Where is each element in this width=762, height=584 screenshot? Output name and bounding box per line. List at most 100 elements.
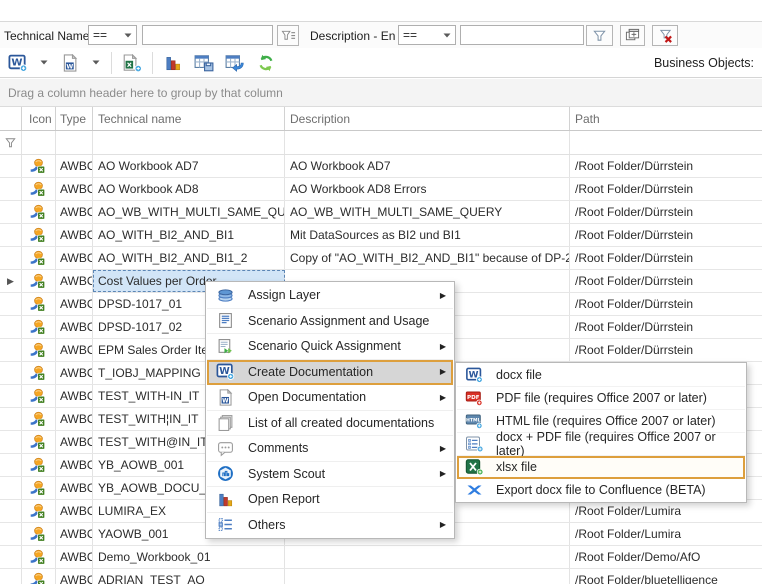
filter-cell[interactable] <box>285 131 570 154</box>
technical-name-cell[interactable]: ADRIAN_TEST_AO <box>93 569 285 584</box>
awbo-icon-cell <box>22 408 56 430</box>
filter-cell[interactable] <box>570 131 762 154</box>
awbo-workbook-icon <box>29 526 46 542</box>
chevron-down-icon <box>40 60 48 65</box>
submenu-item-xlsx-file[interactable]: xlsx file <box>457 456 745 479</box>
technical-name-cell[interactable]: Demo_Workbook_01 <box>93 546 285 568</box>
submenu-item-docx-pdf-file-requires-office-2007-or-later[interactable]: docx + PDF file (requires Office 2007 or… <box>457 433 745 456</box>
technical-name-cell[interactable]: AO Workbook AD7 <box>93 155 285 177</box>
menu-item-label: Scenario Assignment and Usage <box>248 314 429 328</box>
filter-cell[interactable] <box>22 131 56 154</box>
path-cell: /Root Folder/Dürrstein <box>570 339 762 361</box>
table-row[interactable]: AWBOADRIAN_TEST_AO/Root Folder/bluetelli… <box>0 569 762 584</box>
menu-item-system-scout[interactable]: System Scout▶ <box>207 462 453 488</box>
row-indicator <box>0 293 22 315</box>
menu-item-label: Scenario Quick Assignment <box>248 339 401 353</box>
row-indicator <box>0 339 22 361</box>
technical-name-filter-input[interactable] <box>142 25 273 45</box>
awbo-workbook-icon <box>29 181 46 197</box>
type-cell: AWBO <box>56 408 93 430</box>
menu-item-scenario-assignment-and-usage[interactable]: Scenario Assignment and Usage <box>207 309 453 335</box>
table-row[interactable]: AWBODemo_Workbook_01/Root Folder/Demo/Af… <box>0 546 762 569</box>
description-operator-dropdown[interactable]: == <box>398 25 456 45</box>
awbo-workbook-icon <box>29 319 46 335</box>
submenu-item-label: docx + PDF file (requires Office 2007 or… <box>496 430 739 458</box>
table-row[interactable]: AWBOAO Workbook AD8AO Workbook AD8 Error… <box>0 178 762 201</box>
column-header-technical-name[interactable]: Technical name <box>93 107 285 130</box>
create-documentation-dropdown[interactable] <box>38 51 50 75</box>
awbo-workbook-icon <box>29 388 46 404</box>
refresh-button[interactable] <box>255 51 277 75</box>
awbo-workbook-icon <box>29 158 46 174</box>
svg-text:PDF: PDF <box>467 395 480 401</box>
menu-item-others[interactable]: Others▶ <box>207 513 453 538</box>
menu-item-open-documentation[interactable]: WOpen Documentation▶ <box>207 385 453 411</box>
technical-name-filter-label: Technical Name <box>4 29 89 43</box>
type-cell: AWBO <box>56 178 93 200</box>
table-row[interactable]: AWBOAO_WITH_BI2_AND_BI1Mit DataSources a… <box>0 224 762 247</box>
open-documentation-button[interactable]: W <box>59 51 81 75</box>
filter-cell[interactable] <box>93 131 285 154</box>
filter-editor-button[interactable] <box>620 25 645 46</box>
submenu-arrow-icon: ▶ <box>440 469 446 478</box>
menu-item-create-documentation[interactable]: WCreate Documentation▶ <box>207 360 453 386</box>
refresh-icon <box>256 54 276 72</box>
create-documentation-docx-button[interactable]: W <box>7 51 29 75</box>
apply-filter-button[interactable] <box>586 25 613 46</box>
row-indicator <box>0 454 22 476</box>
column-header-path[interactable]: Path <box>570 107 762 130</box>
awbo-workbook-icon <box>29 549 46 565</box>
awbo-icon-cell <box>22 224 56 246</box>
comments-icon <box>216 440 235 457</box>
menu-item-label: Open Documentation <box>248 390 366 404</box>
export-grid-button[interactable] <box>224 51 246 75</box>
svg-text:HTML: HTML <box>466 418 481 424</box>
clear-filter-button[interactable] <box>652 25 678 46</box>
technical-name-cell[interactable]: AO_WITH_BI2_AND_BI1 <box>93 224 285 246</box>
awbo-icon-cell <box>22 454 56 476</box>
menu-item-label: Others <box>248 518 286 532</box>
group-by-panel[interactable]: Drag a column header here to group by th… <box>0 79 762 107</box>
submenu-item-pdf-file-requires-office-2007-or-later[interactable]: PDFPDF file (requires Office 2007 or lat… <box>457 387 745 410</box>
layers-icon <box>216 287 235 304</box>
technical-name-cell[interactable]: AO_WITH_BI2_AND_BI1_2 <box>93 247 285 269</box>
type-cell: AWBO <box>56 293 93 315</box>
technical-name-operator-dropdown[interactable]: == <box>88 25 137 45</box>
table-row[interactable]: AWBOAO Workbook AD7AO Workbook AD7/Root … <box>0 155 762 178</box>
technical-name-cell[interactable]: AO Workbook AD8 <box>93 178 285 200</box>
description-filter-input[interactable] <box>460 25 584 45</box>
awbo-icon-cell <box>22 546 56 568</box>
column-header-description[interactable]: Description <box>285 107 570 130</box>
app-window: Technical Name == Description - En == W <box>0 0 762 584</box>
submenu-item-docx-file[interactable]: Wdocx file <box>457 364 745 387</box>
menu-item-list-of-all-created-documentations[interactable]: List of all created documentations <box>207 411 453 437</box>
create-documentation-submenu: Wdocx filePDFPDF file (requires Office 2… <box>455 362 747 503</box>
filter-cell[interactable] <box>56 131 93 154</box>
submenu-arrow-icon: ▶ <box>440 291 446 300</box>
word-open-icon: W <box>60 54 80 72</box>
table-row[interactable]: AWBOAO_WITH_BI2_AND_BI1_2Copy of "AO_WIT… <box>0 247 762 270</box>
technical-name-filter-button[interactable] <box>277 25 299 46</box>
submenu-item-export-docx-file-to-confluence-beta[interactable]: Export docx file to Confluence (BETA) <box>457 479 745 501</box>
type-cell: AWBO <box>56 316 93 338</box>
table-row[interactable]: AWBOAO_WB_WITH_MULTI_SAME_QUERYAO_WB_WIT… <box>0 201 762 224</box>
save-grid-button[interactable] <box>193 51 215 75</box>
awbo-icon-cell <box>22 431 56 453</box>
menu-item-scenario-quick-assignment[interactable]: Scenario Quick Assignment▶ <box>207 334 453 360</box>
path-cell: /Root Folder/Lumira <box>570 523 762 545</box>
awbo-icon-cell <box>22 500 56 522</box>
technical-name-cell[interactable]: AO_WB_WITH_MULTI_SAME_QUERY <box>93 201 285 223</box>
create-xlsx-button[interactable] <box>121 51 143 75</box>
svg-text:W: W <box>66 63 73 70</box>
menu-item-assign-layer[interactable]: Assign Layer▶ <box>207 283 453 309</box>
column-header-icon[interactable]: Icon <box>22 107 56 130</box>
toolbar: W W Business Objects: <box>0 48 762 78</box>
chevron-down-icon <box>443 33 451 38</box>
open-documentation-dropdown[interactable] <box>90 51 102 75</box>
menu-item-label: Create Documentation <box>248 365 373 379</box>
column-header-type[interactable]: Type <box>56 107 93 130</box>
menu-item-open-report[interactable]: Open Report <box>207 487 453 513</box>
menu-item-comments[interactable]: Comments▶ <box>207 436 453 462</box>
open-report-button[interactable] <box>162 51 184 75</box>
row-indicator <box>0 385 22 407</box>
